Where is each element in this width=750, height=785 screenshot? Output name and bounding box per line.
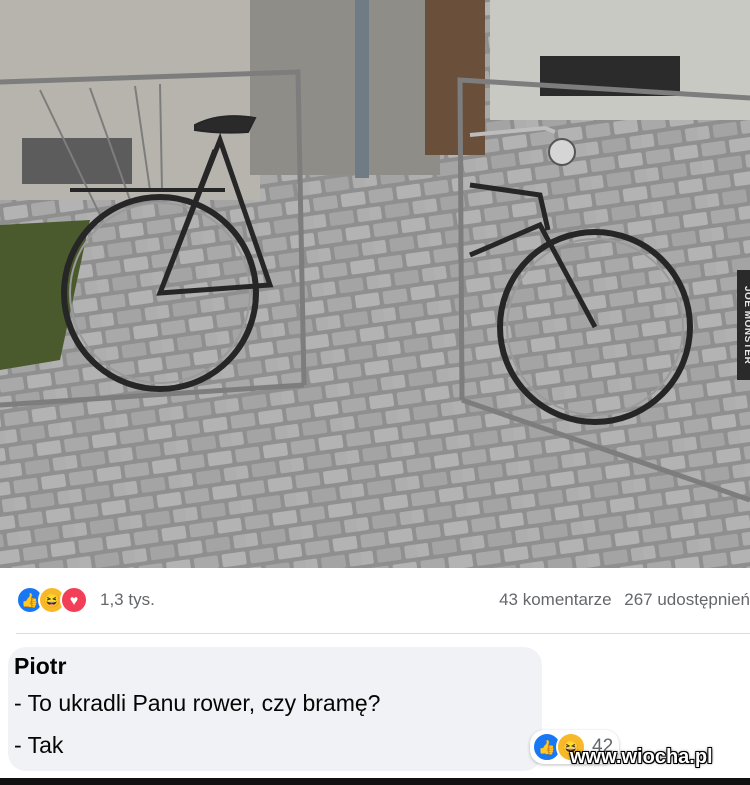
divider <box>16 633 750 634</box>
comments-count-link[interactable]: 43 komentarze <box>499 590 611 609</box>
shares-count-link[interactable]: 267 udostępnień <box>624 590 750 609</box>
love-icon: ♥ <box>60 586 88 614</box>
bottom-bar <box>0 778 750 785</box>
comment-author[interactable]: Piotr <box>14 653 66 680</box>
comment-text-line: - Tak <box>14 732 64 758</box>
drainpipe <box>355 0 369 178</box>
photo <box>0 0 750 568</box>
reaction-count: 1,3 tys. <box>100 590 155 609</box>
post-stats: 43 komentarze 267 udostępnień <box>491 590 750 610</box>
reaction-summary[interactable]: 👍 😆 ♥ 1,3 tys. <box>16 586 155 614</box>
comment-text-line: - To ukradli Panu rower, czy bramę? <box>14 690 381 716</box>
site-watermark: www.wiocha.pl <box>570 746 713 768</box>
side-watermark: JOE MONSTER <box>737 270 750 380</box>
headlamp <box>548 138 576 166</box>
